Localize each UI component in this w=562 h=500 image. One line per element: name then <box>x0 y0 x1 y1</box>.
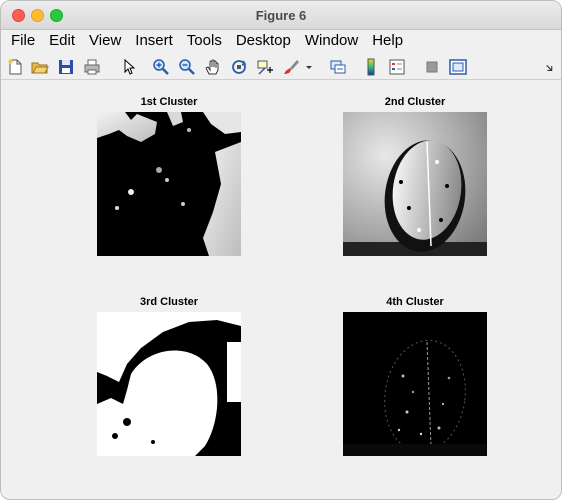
window-title: Figure 6 <box>255 8 307 23</box>
menu-window[interactable]: Window <box>299 30 364 52</box>
cluster-3-image[interactable] <box>97 312 241 456</box>
title-bar[interactable]: Figure 6 <box>1 1 561 30</box>
figure-window: Figure 6 File Edit View Insert Tools Des… <box>0 0 562 500</box>
menu-file[interactable]: File <box>5 30 41 52</box>
pan-hand-icon[interactable] <box>203 57 223 77</box>
brush-dropdown-icon[interactable] <box>303 57 315 77</box>
save-icon[interactable] <box>56 57 76 77</box>
zoom-out-icon[interactable] <box>177 57 197 77</box>
menu-help[interactable]: Help <box>366 30 409 52</box>
subplot-title-2: 2nd Cluster <box>384 96 446 108</box>
brush-icon[interactable] <box>281 57 301 77</box>
subplot-title-1: 1st Cluster <box>140 96 198 108</box>
cluster-4-image[interactable] <box>343 312 487 456</box>
menu-desktop[interactable]: Desktop <box>230 30 297 52</box>
subplot-title-4: 4th Cluster <box>386 296 444 308</box>
colorbar-icon[interactable] <box>361 57 381 77</box>
menu-view[interactable]: View <box>83 30 127 52</box>
dock-icon[interactable] <box>543 57 557 77</box>
show-plot-tools-icon[interactable] <box>448 57 468 77</box>
cluster-1-image[interactable] <box>97 112 241 256</box>
figure-canvas: 1st Cluster 2nd Cluster 3rd Cluster 4th … <box>1 81 561 499</box>
figure-toolbar <box>1 53 561 80</box>
pointer-icon[interactable] <box>118 57 138 77</box>
new-figure-icon[interactable] <box>5 57 25 77</box>
menu-edit[interactable]: Edit <box>43 30 81 52</box>
print-icon[interactable] <box>82 57 102 77</box>
legend-icon[interactable] <box>387 57 407 77</box>
link-plot-icon[interactable] <box>328 57 348 77</box>
hide-plot-tools-icon[interactable] <box>422 57 442 77</box>
menu-bar: File Edit View Insert Tools Desktop Wind… <box>1 30 561 52</box>
subplot-title-3: 3rd Cluster <box>139 296 199 308</box>
cluster-2-image[interactable] <box>343 112 487 256</box>
data-cursor-icon[interactable] <box>255 57 275 77</box>
rotate-3d-icon[interactable] <box>229 57 249 77</box>
open-file-icon[interactable] <box>30 57 50 77</box>
menu-tools[interactable]: Tools <box>181 30 228 52</box>
menu-insert[interactable]: Insert <box>129 30 179 52</box>
zoom-in-icon[interactable] <box>151 57 171 77</box>
